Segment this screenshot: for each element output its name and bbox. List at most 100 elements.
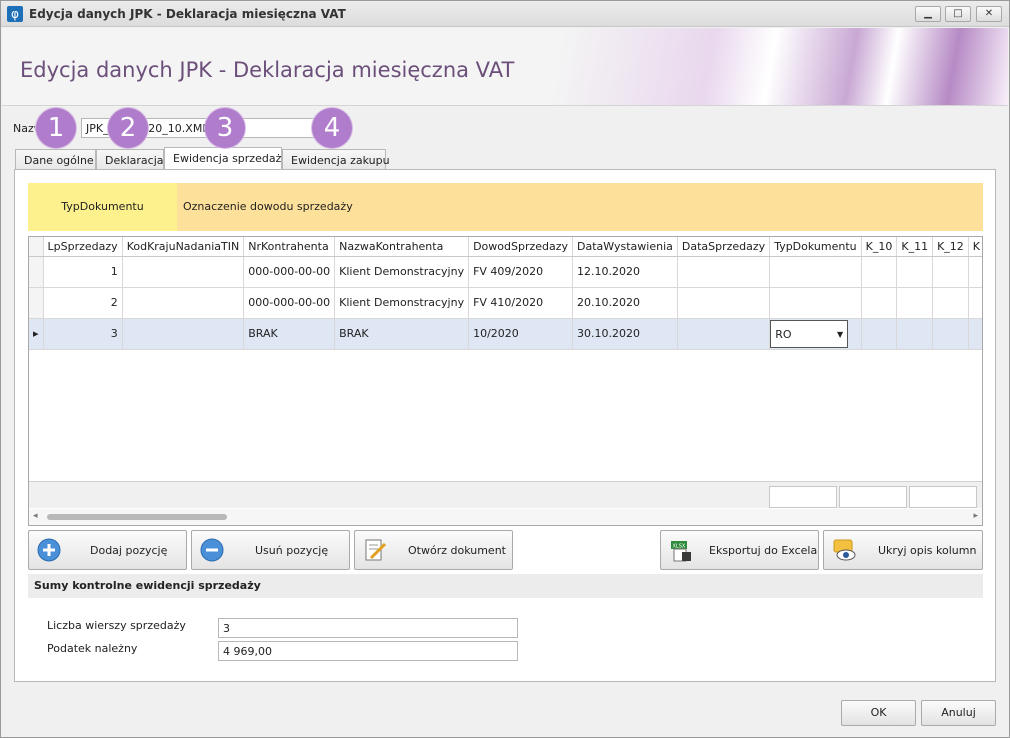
column-header[interactable]: KodKrajuNadaniaTIN	[122, 237, 245, 257]
cell-k11[interactable]	[896, 287, 934, 319]
cell-data-sprzedazy[interactable]	[677, 287, 771, 319]
column-header[interactable]: NazwaKontrahenta	[334, 237, 470, 257]
row-indicator[interactable]	[29, 256, 44, 288]
cell-nr-kontrahenta[interactable]: BRAK	[243, 318, 336, 350]
tax-due-label: Podatek należny	[47, 642, 138, 655]
step-badge-4: 4	[312, 108, 352, 148]
cell-typ-dokumentu[interactable]: RO ▼	[769, 318, 862, 350]
window-title: Edycja danych JPK - Deklaracja miesięczn…	[29, 7, 346, 21]
app-window: φ Edycja danych JPK - Deklaracja miesięc…	[0, 0, 1010, 738]
cell-data-wystawienia[interactable]: 20.10.2020	[572, 287, 678, 319]
rows-count-field[interactable]: 3	[218, 618, 518, 638]
cell-k-next[interactable]	[968, 318, 982, 350]
cell-k-next[interactable]	[968, 287, 982, 319]
summary-cell-k12	[909, 486, 977, 508]
remove-row-button[interactable]: Usuń pozycję	[191, 530, 350, 570]
cell-dowod[interactable]: FV 410/2020	[468, 287, 574, 319]
minus-circle-icon	[200, 538, 224, 562]
column-header[interactable]: K_10	[861, 237, 898, 257]
cell-data-wystawienia[interactable]: 12.10.2020	[572, 256, 678, 288]
cell-lp[interactable]: 1	[43, 256, 123, 288]
add-row-label: Dodaj pozycję	[90, 544, 168, 557]
column-header[interactable]: DataSprzedazy	[677, 237, 771, 257]
cell-k10[interactable]	[861, 256, 898, 288]
cell-nazwa-kontrahenta[interactable]: Klient Demonstracyjny	[334, 256, 470, 288]
column-header[interactable]: DowodSprzedazy	[468, 237, 574, 257]
column-header[interactable]: NrKontrahenta	[243, 237, 336, 257]
column-header[interactable]: LpSprzedazy	[43, 237, 123, 257]
minimize-button[interactable]: ▁	[915, 6, 941, 22]
open-document-button[interactable]: Otwórz dokument	[354, 530, 513, 570]
tab-ewidencja-zakupu[interactable]: Ewidencja zakupu	[282, 149, 390, 171]
horizontal-scrollbar[interactable]: ◂ ▸	[29, 509, 982, 525]
cell-nr-kontrahenta[interactable]: 000-000-00-00	[243, 287, 336, 319]
header-banner: Edycja danych JPK - Deklaracja miesięczn…	[2, 28, 1008, 106]
open-document-label: Otwórz dokument	[408, 544, 506, 557]
cell-nazwa-kontrahenta[interactable]: BRAK	[334, 318, 470, 350]
remove-row-label: Usuń pozycję	[255, 544, 329, 557]
table-row-selected[interactable]: ▸ 3 BRAK BRAK 10/2020 30.10.2020 RO ▼	[29, 318, 982, 350]
scroll-right-icon[interactable]: ▸	[973, 511, 978, 521]
column-header[interactable]: K_11	[896, 237, 934, 257]
cancel-button[interactable]: Anuluj	[921, 700, 996, 726]
cell-nr-kontrahenta[interactable]: 000-000-00-00	[243, 256, 336, 288]
cell-lp[interactable]: 3	[43, 318, 123, 350]
cell-k12[interactable]	[932, 287, 969, 319]
grid-header-row: LpSprzedazy KodKrajuNadaniaTIN NrKontrah…	[29, 237, 982, 257]
typ-dokumentu-combobox[interactable]: RO ▼	[770, 319, 849, 348]
cell-kod[interactable]	[122, 318, 245, 350]
tax-due-field[interactable]: 4 969,00	[218, 641, 518, 661]
cell-nazwa-kontrahenta[interactable]: Klient Demonstracyjny	[334, 287, 470, 319]
ok-button[interactable]: OK	[841, 700, 916, 726]
cell-data-sprzedazy[interactable]	[677, 318, 771, 350]
cell-lp[interactable]: 2	[43, 287, 123, 319]
maximize-button[interactable]: □	[945, 6, 971, 22]
plus-circle-icon	[37, 538, 61, 562]
cell-kod[interactable]	[122, 256, 245, 288]
tab-deklaracja[interactable]: Deklaracja	[96, 149, 164, 171]
hide-column-descriptions-label: Ukryj opis kolumn	[878, 544, 977, 557]
column-header[interactable]: DataWystawienia	[572, 237, 678, 257]
add-row-button[interactable]: Dodaj pozycję	[28, 530, 187, 570]
scrollbar-thumb[interactable]	[47, 514, 227, 520]
description-column-name: TypDokumentu	[28, 183, 177, 231]
export-excel-button[interactable]: XLSX Eksportuj do Excela	[660, 530, 819, 570]
grid-summary-footer	[29, 481, 982, 508]
step-badge-3: 3	[205, 108, 245, 148]
cell-k10[interactable]	[861, 287, 898, 319]
edit-document-icon	[365, 539, 387, 561]
page-title: Edycja danych JPK - Deklaracja miesięczn…	[20, 58, 515, 82]
tab-dane-ogolne[interactable]: Dane ogólne	[15, 149, 96, 171]
column-header[interactable]: TypDokumentu	[769, 237, 862, 257]
summary-cell-k10	[769, 486, 837, 508]
cell-k10[interactable]	[861, 318, 898, 350]
cell-k-next[interactable]	[968, 256, 982, 288]
table-row[interactable]: 2 000-000-00-00 Klient Demonstracyjny FV…	[29, 287, 982, 319]
cell-k12[interactable]	[932, 318, 969, 350]
control-sums-header: Sumy kontrolne ewidencji sprzedaży	[28, 574, 983, 598]
cell-kod[interactable]	[122, 287, 245, 319]
column-header[interactable]: K	[968, 237, 982, 257]
column-header[interactable]: K_12	[932, 237, 969, 257]
cell-data-sprzedazy[interactable]	[677, 256, 771, 288]
cell-dowod[interactable]: FV 409/2020	[468, 256, 574, 288]
cell-data-wystawienia[interactable]: 30.10.2020	[572, 318, 678, 350]
cell-typ-dokumentu[interactable]	[769, 287, 862, 319]
row-indicator[interactable]	[29, 287, 44, 319]
cell-k11[interactable]	[896, 256, 934, 288]
table-row[interactable]: 1 000-000-00-00 Klient Demonstracyjny FV…	[29, 256, 982, 288]
cell-k12[interactable]	[932, 256, 969, 288]
grid-table: LpSprzedazy KodKrajuNadaniaTIN NrKontrah…	[29, 237, 982, 350]
row-indicator[interactable]: ▸	[29, 318, 44, 350]
dropdown-arrow-icon[interactable]: ▼	[837, 330, 843, 339]
cell-k11[interactable]	[896, 318, 934, 350]
cell-dowod[interactable]: 10/2020	[468, 318, 574, 350]
scroll-left-icon[interactable]: ◂	[33, 511, 38, 521]
description-text: Oznaczenie dowodu sprzedaży	[183, 200, 353, 213]
close-button[interactable]: ✕	[976, 6, 1002, 22]
hide-column-descriptions-button[interactable]: Ukryj opis kolumn	[823, 530, 983, 570]
column-description-band: TypDokumentu Oznaczenie dowodu sprzedaży	[28, 183, 983, 231]
sales-register-grid[interactable]: LpSprzedazy KodKrajuNadaniaTIN NrKontrah…	[28, 236, 983, 526]
cell-typ-dokumentu[interactable]	[769, 256, 862, 288]
tab-ewidencja-sprzedazy[interactable]: Ewidencja sprzedaży	[164, 147, 288, 171]
